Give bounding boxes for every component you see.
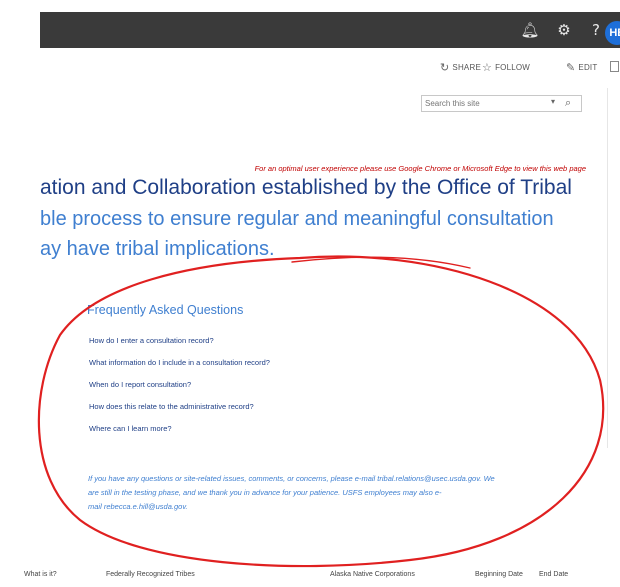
contact-note: If you have any questions or site-relate… bbox=[88, 472, 593, 514]
column-header[interactable]: End Date bbox=[539, 571, 568, 578]
pencil-icon: ✎ bbox=[566, 61, 576, 74]
chevron-down-icon[interactable]: ▾ bbox=[551, 97, 555, 106]
follow-label: FOLLOW bbox=[495, 63, 531, 72]
share-button[interactable]: ↻ SHARE bbox=[440, 61, 481, 74]
column-header[interactable]: What is it? bbox=[24, 571, 57, 578]
page-title: ation and Collaboration established by t… bbox=[40, 176, 572, 199]
column-header[interactable]: Beginning Date bbox=[475, 571, 523, 578]
faq-link[interactable]: When do I report consultation? bbox=[89, 380, 191, 389]
faq-link[interactable]: Where can I learn more? bbox=[89, 424, 172, 433]
page-subtitle-line-1: ble process to ensure regular and meanin… bbox=[40, 208, 554, 230]
contact-line-3: mail rebecca.e.hill@usda.gov. bbox=[88, 502, 188, 511]
faq-link[interactable]: How do I enter a consultation record? bbox=[89, 336, 214, 345]
table-header-row: What is it? Federally Recognized Tribes … bbox=[0, 571, 620, 583]
page-subtitle-line-2: ay have tribal implications. bbox=[40, 238, 275, 260]
bell-icon[interactable]: 🔔︎ bbox=[516, 12, 544, 48]
share-icon: ↻ bbox=[440, 61, 450, 74]
share-label: SHARE bbox=[452, 63, 481, 72]
focus-mode-icon[interactable] bbox=[610, 61, 619, 72]
edit-button[interactable]: ✎ EDIT bbox=[566, 61, 597, 74]
faq-link[interactable]: How does this relate to the administrati… bbox=[89, 402, 254, 411]
faq-item: What information do I include in a consu… bbox=[89, 352, 270, 374]
gear-icon[interactable]: ⚙ bbox=[550, 12, 578, 48]
search-icon[interactable]: ⌕ bbox=[565, 96, 571, 110]
faq-heading: Frequently Asked Questions bbox=[87, 303, 244, 317]
faq-item: How do I enter a consultation record? bbox=[89, 330, 270, 352]
star-icon: ☆ bbox=[482, 61, 493, 74]
search-input[interactable] bbox=[425, 97, 535, 110]
follow-button[interactable]: ☆ FOLLOW bbox=[482, 61, 530, 74]
contact-line-1: If you have any questions or site-relate… bbox=[88, 474, 495, 483]
page-actions: ↻ SHARE ☆ FOLLOW ✎ EDIT bbox=[0, 61, 620, 77]
faq-link[interactable]: What information do I include in a consu… bbox=[89, 358, 270, 367]
faq-item: How does this relate to the administrati… bbox=[89, 396, 270, 418]
column-header[interactable]: Alaska Native Corporations bbox=[330, 571, 415, 578]
contact-line-2: are still in the testing phase, and we t… bbox=[88, 488, 442, 497]
suite-bar: 🔔︎ ⚙ ? bbox=[40, 12, 620, 48]
divider bbox=[607, 88, 608, 448]
browser-warning: For an optimal user experience please us… bbox=[254, 164, 586, 173]
edit-label: EDIT bbox=[578, 63, 598, 72]
search-box[interactable]: ▾ ⌕ bbox=[421, 95, 582, 112]
faq-list: How do I enter a consultation record? Wh… bbox=[89, 330, 270, 440]
column-header[interactable]: Federally Recognized Tribes bbox=[106, 571, 195, 578]
faq-item: When do I report consultation? bbox=[89, 374, 270, 396]
faq-item: Where can I learn more? bbox=[89, 418, 270, 440]
